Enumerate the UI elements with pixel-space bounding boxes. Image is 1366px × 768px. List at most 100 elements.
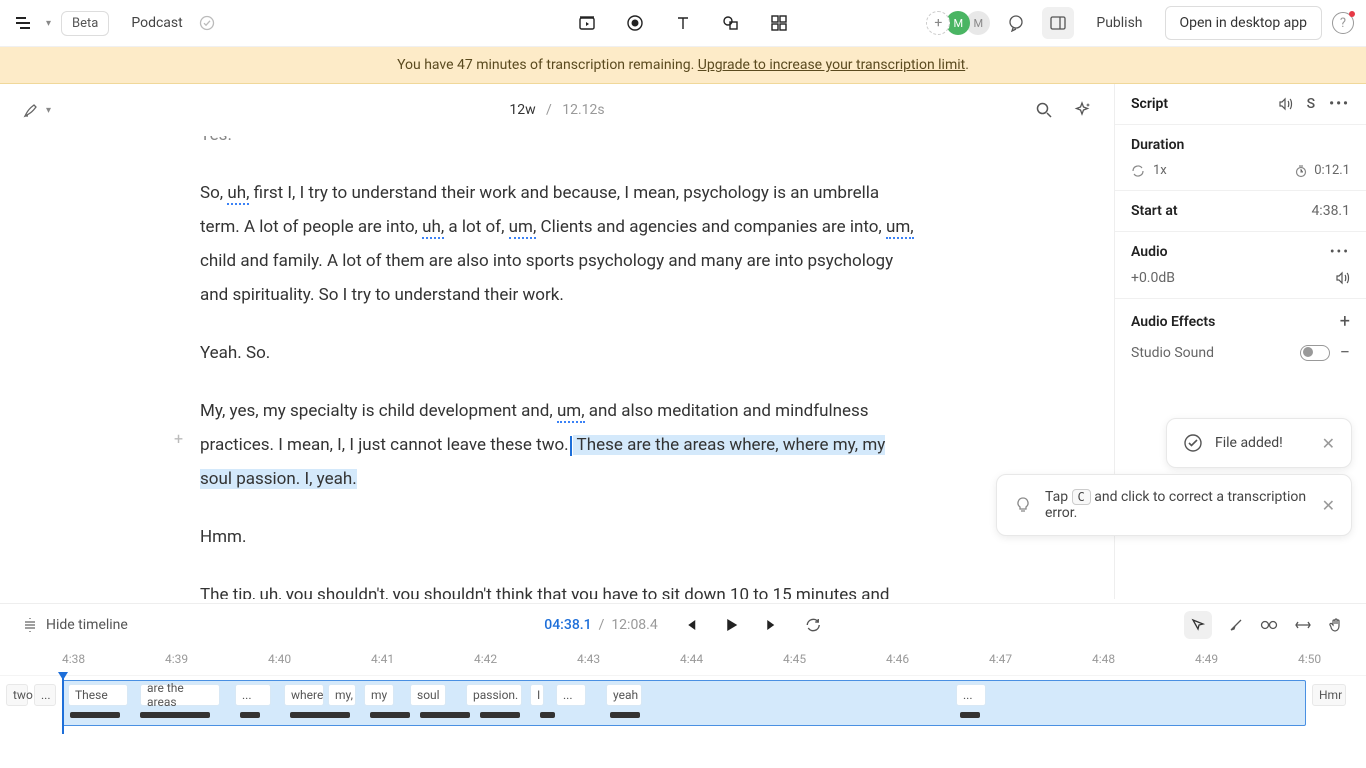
app-logo-icon[interactable] — [12, 12, 34, 34]
timeline-word[interactable]: ... — [556, 684, 586, 706]
play-icon[interactable] — [722, 616, 740, 634]
beta-badge: Beta — [61, 11, 109, 36]
shapes-icon[interactable] — [721, 13, 741, 33]
text-insert-icon[interactable] — [673, 13, 693, 33]
studio-sound-toggle[interactable] — [1300, 345, 1330, 361]
file-added-toast: File added! ✕ — [1166, 418, 1352, 468]
ruler-tick: 4:42 — [474, 652, 497, 666]
collaborator-avatars[interactable]: + M M — [926, 11, 990, 35]
remove-effect-icon[interactable]: − — [1340, 342, 1350, 363]
loop-playback-icon[interactable] — [804, 616, 822, 634]
ruler-tick: 4:49 — [1195, 652, 1218, 666]
breadcrumb-project[interactable]: Podcast — [131, 15, 182, 31]
speaker-letter[interactable]: S — [1307, 96, 1315, 112]
filler-word: uh, — [422, 217, 444, 239]
close-icon[interactable]: ✕ — [1322, 434, 1335, 453]
help-icon[interactable]: ? — [1332, 12, 1354, 34]
sync-check-icon — [199, 15, 215, 31]
auto-tool-icon[interactable] — [1260, 617, 1278, 633]
selection-stats: 12w / 12.12s — [509, 102, 604, 118]
transcript-line: So, uh, first I, I try to understand the… — [200, 176, 914, 312]
more-icon[interactable]: ••• — [1330, 244, 1350, 260]
stopwatch-icon — [1294, 164, 1308, 178]
transcript-line: My, yes, my specialty is child developme… — [200, 394, 914, 496]
timeline-word[interactable]: ... — [956, 684, 986, 706]
ruler-tick: 4:38 — [62, 652, 85, 666]
transcript-line: Hmm. — [200, 520, 914, 554]
insert-block-icon[interactable]: + — [174, 423, 183, 455]
timeline-word[interactable]: I — [530, 684, 544, 706]
timeline-word[interactable]: These — [68, 684, 128, 706]
ruler-tick: 4:45 — [783, 652, 806, 666]
playhead[interactable] — [62, 676, 64, 734]
audio-effects-section: Audio Effects+ Studio Sound− — [1115, 298, 1366, 375]
record-icon[interactable] — [625, 13, 645, 33]
hide-timeline-button[interactable]: Hide timeline — [22, 617, 128, 633]
transcript-line: The tip, uh, you shouldn't, you shouldn'… — [200, 578, 914, 599]
insert-tools — [577, 13, 789, 33]
speaker-icon[interactable] — [1277, 96, 1293, 112]
timeline-word[interactable]: two — [6, 684, 28, 706]
ruler-tick: 4:50 — [1298, 652, 1321, 666]
loop-icon[interactable] — [1131, 164, 1145, 178]
video-insert-icon[interactable] — [577, 13, 597, 33]
ruler-tick: 4:47 — [989, 652, 1012, 666]
transcript-line: Yes. — [200, 136, 914, 152]
timeline-word[interactable]: ... — [235, 684, 271, 706]
comments-icon[interactable] — [1000, 7, 1032, 39]
timeline-word[interactable]: my — [364, 684, 394, 706]
audio-section: Audio••• +0.0dB — [1115, 231, 1366, 298]
topbar-right: + M M Publish Open in desktop app ? — [926, 6, 1354, 40]
transcript-body[interactable]: + Yes. So, uh, first I, I try to underst… — [0, 136, 1114, 599]
check-circle-icon — [1183, 433, 1203, 453]
timeline-word[interactable]: are the areas — [140, 684, 220, 706]
panel-header: Script S ••• — [1115, 84, 1366, 124]
ruler-tick: 4:40 — [268, 652, 291, 666]
upgrade-link[interactable]: Upgrade to increase your transcription l… — [698, 57, 965, 73]
close-icon[interactable]: ✕ — [1322, 496, 1335, 515]
publish-button[interactable]: Publish — [1084, 9, 1154, 37]
topbar-left: ▾ Beta Podcast — [12, 11, 215, 36]
open-desktop-button[interactable]: Open in desktop app — [1165, 6, 1322, 40]
filler-word: um, — [509, 217, 537, 239]
skip-forward-icon[interactable] — [764, 617, 780, 633]
more-icon[interactable]: ••• — [1329, 96, 1350, 112]
ruler-tick: 4:39 — [165, 652, 188, 666]
start-at-row[interactable]: Start at 4:38.1 — [1115, 190, 1366, 231]
timeline-word[interactable]: soul — [410, 684, 446, 706]
blade-tool-icon[interactable] — [1228, 617, 1244, 633]
timeline-word[interactable]: yeah — [606, 684, 642, 706]
time-ruler[interactable]: 4:384:394:404:414:424:434:444:454:464:47… — [0, 646, 1366, 676]
playback-controls: Hide timeline 04:38.1 / 12:08.4 — [0, 604, 1366, 646]
timeline-word[interactable]: ... — [34, 684, 56, 706]
write-mode-icon[interactable]: ▾ — [22, 101, 51, 119]
pointer-tool-icon[interactable] — [1184, 611, 1212, 639]
skip-back-icon[interactable] — [682, 617, 698, 633]
fit-tool-icon[interactable] — [1294, 617, 1312, 633]
add-effect-icon[interactable]: + — [1340, 311, 1350, 332]
timeline-word[interactable]: passion. — [466, 684, 522, 706]
ruler-tick: 4:48 — [1092, 652, 1115, 666]
transcript-line: Yeah. So. — [200, 336, 914, 370]
lightbulb-icon — [1013, 495, 1033, 515]
timeline-panel: Hide timeline 04:38.1 / 12:08.4 4:38 4:39… — [0, 603, 1366, 768]
templates-icon[interactable] — [769, 13, 789, 33]
volume-icon[interactable] — [1334, 270, 1350, 286]
timeline-track[interactable]: two... These are the areas... wheremy, mysou… — [0, 676, 1366, 734]
ai-sparkle-icon[interactable] — [1072, 100, 1092, 120]
chevron-down-icon[interactable]: ▾ — [46, 18, 51, 29]
timeline-word[interactable]: my, — [328, 684, 356, 706]
editor-toolbar: ▾ 12w / 12.12s — [0, 84, 1114, 136]
filler-word: um, — [886, 217, 914, 239]
ruler-tick: 4:43 — [577, 652, 600, 666]
hand-tool-icon[interactable] — [1328, 617, 1344, 633]
search-icon[interactable] — [1034, 100, 1054, 120]
filler-word: uh, — [227, 183, 249, 205]
top-toolbar: ▾ Beta Podcast + M M Publish Open in des… — [0, 0, 1366, 47]
timeline-word[interactable]: Hmr — [1312, 684, 1346, 706]
timeline-word[interactable]: where — [284, 684, 324, 706]
key-hint: C — [1072, 489, 1091, 505]
panel-toggle-icon[interactable] — [1042, 7, 1074, 39]
ruler-tick: 4:41 — [371, 652, 394, 666]
add-collaborator-icon[interactable]: + — [926, 11, 950, 35]
